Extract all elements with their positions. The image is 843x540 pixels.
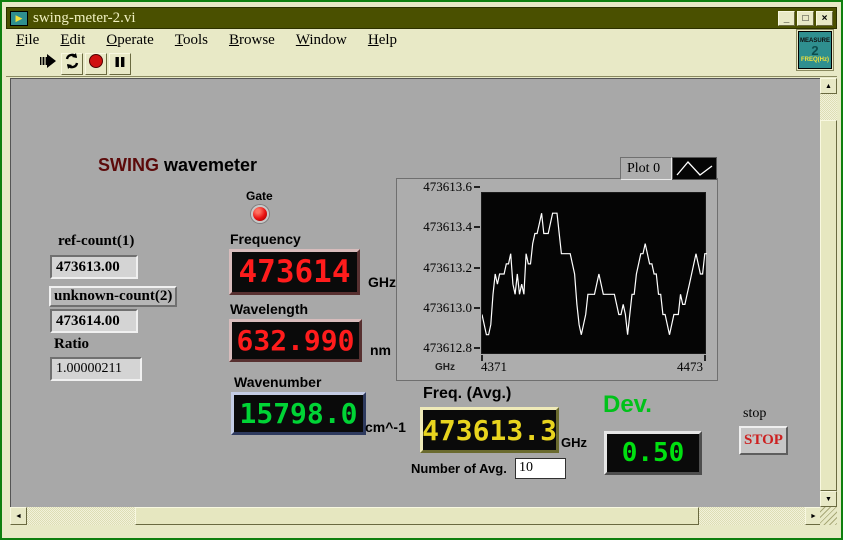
- dev-display: 0.50: [604, 431, 702, 475]
- y-tickmark: [474, 226, 480, 228]
- pause-button[interactable]: [109, 53, 131, 75]
- horizontal-scrollbar[interactable]: ◄ ►: [10, 507, 822, 525]
- y-tick-0: 473613.6: [423, 179, 472, 195]
- wavelength-label: Wavelength: [230, 301, 308, 317]
- y-tick-2: 473613.2: [423, 260, 472, 276]
- x-tick-0: 4371: [481, 359, 507, 375]
- waveform-chart[interactable]: 473613.6 473613.4 473613.2 473613.0 4736…: [396, 178, 718, 381]
- close-button[interactable]: ×: [816, 11, 833, 26]
- vi-icon-line3: FREQ(Hz): [801, 57, 829, 63]
- number-of-avg-label: Number of Avg.: [411, 461, 507, 476]
- unknown-count-value[interactable]: 473614.00: [50, 309, 138, 333]
- y-tick-4: 473612.8: [423, 340, 472, 356]
- plot-area[interactable]: [481, 192, 706, 354]
- abort-stop-icon: [88, 53, 104, 74]
- run-arrow-icon: [39, 53, 57, 74]
- stop-label: stop: [743, 406, 766, 422]
- wavenumber-label: Wavenumber: [234, 374, 321, 390]
- horizontal-scroll-track-left[interactable]: [27, 507, 135, 525]
- scroll-left-button[interactable]: ◄: [10, 507, 27, 525]
- pause-icon: [114, 55, 126, 73]
- front-panel: SWING wavemeter Gate ref-count(1) 473613…: [10, 78, 822, 507]
- page-title-rest: wavemeter: [159, 155, 257, 175]
- y-tickmark: [474, 186, 480, 188]
- ref-count-label: ref-count(1): [58, 233, 134, 250]
- menu-tools[interactable]: Tools: [175, 32, 208, 49]
- resize-grip[interactable]: [820, 507, 837, 525]
- y-tickmark: [474, 267, 480, 269]
- legend-plot0[interactable]: Plot 0: [620, 157, 672, 180]
- vertical-scroll-track[interactable]: [820, 94, 837, 120]
- x-tickmark: [704, 355, 706, 361]
- unknown-count-label: unknown-count(2): [49, 286, 177, 307]
- x-tick-1: 4473: [677, 359, 703, 375]
- y-tick-3: 473613.0: [423, 300, 472, 316]
- frequency-display: 473614: [229, 249, 360, 295]
- labview-app-icon: ▶: [10, 11, 28, 26]
- vi-connector-icon[interactable]: MEASURE 2 FREQ(Hz): [798, 31, 832, 69]
- window-title: swing-meter-2.vi: [33, 10, 136, 27]
- freq-avg-unit: GHz: [561, 435, 587, 450]
- menu-operate[interactable]: Operate: [106, 32, 153, 49]
- dev-label: Dev.: [603, 391, 652, 419]
- horizontal-scroll-thumb[interactable]: [135, 507, 699, 525]
- menu-bar: File Edit Operate Tools Browse Window He…: [6, 30, 837, 51]
- stop-button[interactable]: STOP: [739, 426, 788, 455]
- number-of-avg-input[interactable]: 10: [515, 458, 566, 479]
- y-tick-1: 473613.4: [423, 219, 472, 235]
- scroll-up-button[interactable]: ▲: [820, 78, 837, 94]
- freq-avg-label: Freq. (Avg.): [423, 385, 511, 403]
- x-axis-unit: GHz: [435, 362, 455, 373]
- wavenumber-unit: cm^-1: [365, 419, 406, 435]
- menu-browse[interactable]: Browse: [229, 32, 275, 49]
- minimize-button[interactable]: _: [778, 11, 795, 26]
- vi-icon-frame: MEASURE 2 FREQ(Hz): [796, 29, 834, 71]
- run-continuous-icon: [63, 52, 81, 75]
- ratio-value[interactable]: 1.00000211: [50, 357, 142, 381]
- page-title: SWING wavemeter: [98, 155, 257, 176]
- wavelength-unit: nm: [370, 342, 391, 358]
- vi-window: ▶ swing-meter-2.vi _ □ × File Edit Opera…: [0, 0, 843, 540]
- maximize-button[interactable]: □: [797, 11, 814, 26]
- menu-help[interactable]: Help: [368, 32, 397, 49]
- abort-button[interactable]: [85, 53, 107, 75]
- frequency-unit: GHz: [368, 274, 396, 290]
- title-bar[interactable]: ▶ swing-meter-2.vi _ □ ×: [6, 7, 837, 29]
- run-continuous-button[interactable]: [61, 53, 83, 75]
- vertical-scrollbar[interactable]: ▲ ▼: [820, 78, 837, 507]
- menu-edit[interactable]: Edit: [60, 32, 85, 49]
- horizontal-scroll-track-right[interactable]: [699, 507, 805, 525]
- wavelength-display: 632.990: [229, 319, 362, 362]
- wavenumber-display: 15798.0: [231, 392, 366, 435]
- y-tickmark: [474, 347, 480, 349]
- page-title-accent: SWING: [98, 155, 159, 175]
- plot-line-icon: [673, 158, 716, 179]
- freq-avg-display: 473613.3: [420, 407, 559, 453]
- menu-file[interactable]: File: [16, 32, 39, 49]
- toolbar: [6, 51, 837, 77]
- legend-line-style[interactable]: [672, 157, 717, 180]
- vertical-scroll-thumb[interactable]: [820, 120, 837, 491]
- scroll-down-button[interactable]: ▼: [820, 491, 837, 507]
- ref-count-value[interactable]: 473613.00: [50, 255, 138, 279]
- gate-led[interactable]: [251, 205, 269, 223]
- vi-icon-line2: 2: [811, 44, 818, 57]
- ratio-label: Ratio: [54, 336, 89, 353]
- gate-label: Gate: [246, 189, 273, 203]
- waveform-line: [482, 193, 707, 355]
- frequency-label: Frequency: [230, 231, 301, 247]
- y-tickmark: [474, 307, 480, 309]
- menu-window[interactable]: Window: [296, 32, 347, 49]
- run-button[interactable]: [37, 53, 59, 75]
